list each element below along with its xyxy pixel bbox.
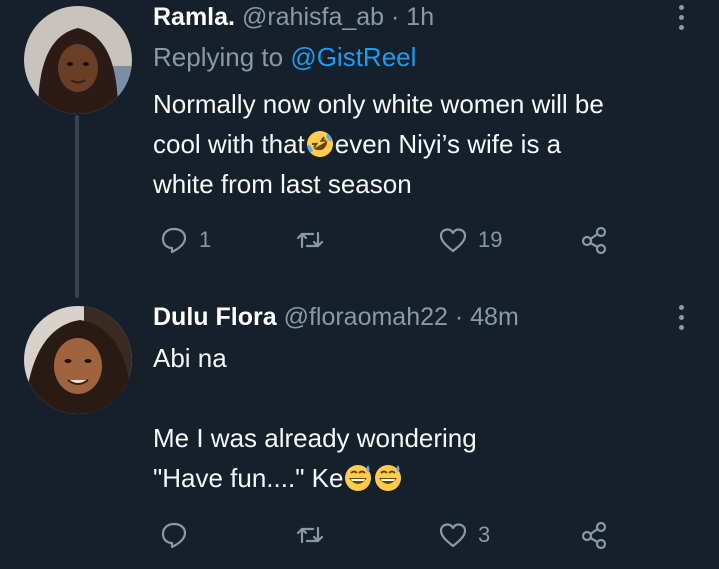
share-button[interactable] <box>579 220 609 260</box>
text-line: white from last season <box>153 169 412 199</box>
heart-icon <box>439 523 467 548</box>
text-segment: "Have fun...." Ke <box>153 463 344 493</box>
share-icon <box>581 521 607 550</box>
reply-count: 1 <box>199 227 212 252</box>
more-icon[interactable] <box>672 302 690 332</box>
thread-line <box>75 115 79 298</box>
separator: · <box>447 303 471 331</box>
separator: · <box>384 3 407 31</box>
retweet-button[interactable] <box>295 220 335 260</box>
tweet-2: Dulu Flora @floraomah22 · 48m Abi na Me … <box>0 300 719 569</box>
share-button[interactable] <box>579 515 609 555</box>
heart-icon <box>439 228 467 253</box>
retweet-icon <box>296 526 324 544</box>
tweet-header: Dulu Flora @floraomah22 · 48m <box>153 302 519 332</box>
like-count: 19 <box>478 227 503 252</box>
like-count: 3 <box>478 522 491 547</box>
reply-button[interactable] <box>159 515 199 555</box>
avatar[interactable] <box>24 306 132 414</box>
replying-prefix: Replying to <box>153 42 291 72</box>
action-bar: 3 <box>153 515 623 555</box>
tweet-text: Normally now only white women will be co… <box>153 84 693 204</box>
handle[interactable]: @floraomah22 <box>284 303 448 331</box>
display-name[interactable]: Ramla. <box>153 3 235 31</box>
tweet-1: Ramla. @rahisfa_ab · 1h Replying to @Gis… <box>0 0 719 300</box>
action-bar: 1 19 <box>153 220 623 260</box>
timestamp[interactable]: 48m <box>470 303 519 331</box>
text-line: "Have fun...." Ke <box>153 458 693 498</box>
retweet-button[interactable] <box>295 515 335 555</box>
reply-icon <box>161 227 187 254</box>
grinning-sweat-emoji <box>345 465 372 491</box>
share-icon <box>581 226 607 255</box>
text-line: Abi na <box>153 343 227 373</box>
text-segment: cool with that <box>153 129 305 159</box>
tweet-text: Abi na Me I was already wondering "Have … <box>153 338 693 498</box>
text-line: cool with that even Niyi’s wife is a <box>153 124 693 164</box>
replying-to: Replying to @GistReel <box>153 41 416 73</box>
text-segment: even Niyi’s wife is a <box>334 129 562 159</box>
handle[interactable]: @rahisfa_ab <box>242 3 384 31</box>
text-line: Normally now only white women will be <box>153 89 604 119</box>
more-icon[interactable] <box>672 2 690 32</box>
replying-to-link[interactable]: @GistReel <box>290 42 416 72</box>
display-name[interactable]: Dulu Flora <box>153 303 277 331</box>
reply-button[interactable]: 1 <box>159 220 211 260</box>
reply-icon <box>161 522 187 549</box>
tweet-header: Ramla. @rahisfa_ab · 1h <box>153 2 434 32</box>
like-button[interactable]: 3 <box>438 515 490 555</box>
timestamp[interactable]: 1h <box>406 3 434 31</box>
avatar[interactable] <box>24 6 132 114</box>
grinning-sweat-emoji <box>375 465 402 491</box>
retweet-icon <box>296 231 324 249</box>
rofl-emoji <box>306 131 333 157</box>
like-button[interactable]: 19 <box>438 220 502 260</box>
text-line: Me I was already wondering <box>153 423 477 453</box>
